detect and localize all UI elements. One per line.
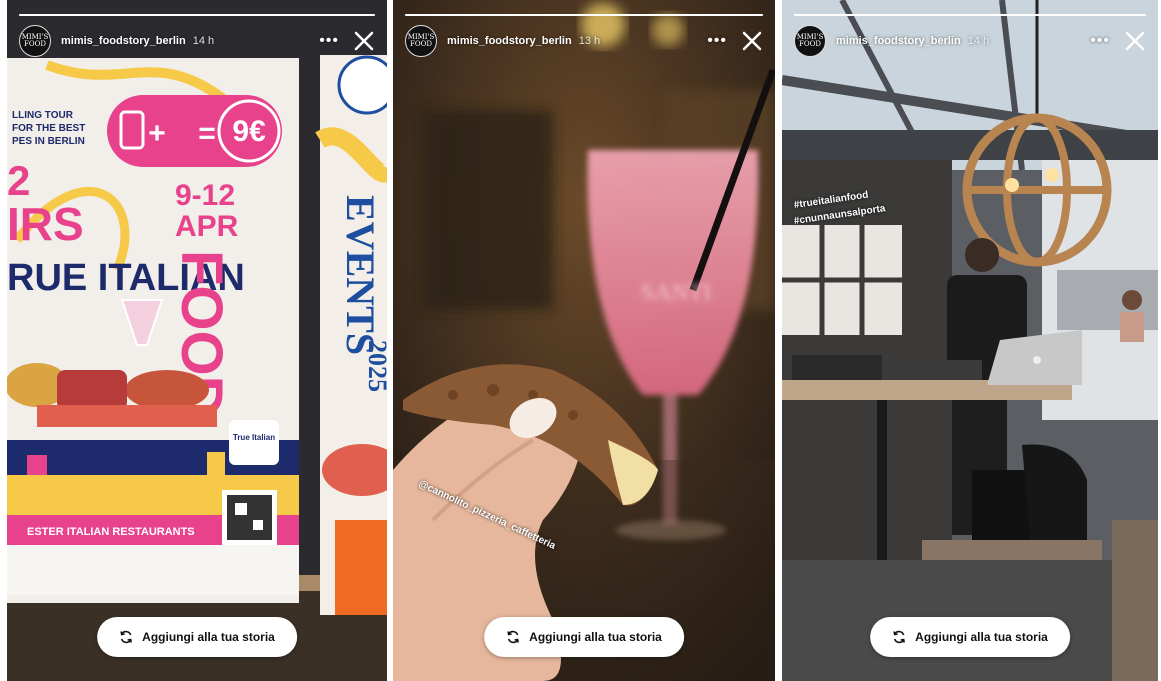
svg-text:+: + <box>148 117 166 150</box>
more-options-icon[interactable]: ••• <box>707 33 727 49</box>
reshare-icon <box>893 630 905 644</box>
add-to-story-label: Aggiungi alla tua storia <box>529 630 662 644</box>
close-icon[interactable] <box>353 30 375 52</box>
add-to-story-label: Aggiungi alla tua storia <box>142 630 275 644</box>
story-header: MIMI'S FOOD mimis_foodstory_berlin 14 h … <box>19 24 375 58</box>
reshare-icon <box>507 630 519 644</box>
svg-text:9-12: 9-12 <box>175 179 235 212</box>
story-progress-bar <box>794 14 1146 16</box>
story-header: MIMI'S FOOD mimis_foodstory_berlin 14 h … <box>794 24 1146 58</box>
story-header: MIMI'S FOOD mimis_foodstory_berlin 13 h … <box>405 24 763 58</box>
avatar[interactable]: MIMI'S FOOD <box>794 25 826 57</box>
svg-text:SANTI: SANTI <box>641 280 712 306</box>
username[interactable]: mimis_foodstory_berlin <box>61 35 186 47</box>
add-to-story-button[interactable]: Aggiungi alla tua storia <box>97 617 297 657</box>
username[interactable]: mimis_foodstory_berlin <box>836 35 961 47</box>
avatar[interactable]: MIMI'S FOOD <box>19 25 51 57</box>
more-options-icon[interactable]: ••• <box>1090 33 1110 49</box>
svg-text:IRS: IRS <box>7 198 84 250</box>
svg-text:ESTER ITALIAN RESTAURANTS: ESTER ITALIAN RESTAURANTS <box>27 526 195 538</box>
add-to-story-label: Aggiungi alla tua storia <box>915 630 1048 644</box>
avatar[interactable]: MIMI'S FOOD <box>405 25 437 57</box>
story-image-drink: SANTI <box>393 0 775 681</box>
story-image-poster: 9€ + = LLING TOUR FOR THE BEST PES IN BE… <box>7 0 387 681</box>
story-progress-fill <box>794 14 1146 16</box>
svg-text:APR: APR <box>175 210 239 243</box>
reshare-icon <box>120 630 132 644</box>
add-to-story-button[interactable]: Aggiungi alla tua storia <box>484 617 684 657</box>
story-progress-bar <box>405 14 763 16</box>
story-panel-1[interactable]: 9€ + = LLING TOUR FOR THE BEST PES IN BE… <box>7 0 387 681</box>
svg-text:2025: 2025 <box>363 340 387 392</box>
svg-text:=: = <box>198 117 216 150</box>
svg-text:EVENTS: EVENTS <box>338 195 383 355</box>
close-icon[interactable] <box>1124 30 1146 52</box>
post-time: 14 h <box>192 35 215 47</box>
story-progress-fill <box>19 14 375 16</box>
story-panel-2[interactable]: SANTI @cannolito_pizzeria_caffetteria MI… <box>393 0 775 681</box>
story-progress-fill <box>405 14 763 16</box>
add-to-story-button[interactable]: Aggiungi alla tua storia <box>870 617 1070 657</box>
poster-price: 9€ <box>232 115 266 148</box>
close-icon[interactable] <box>741 30 763 52</box>
post-time: 14 h <box>967 35 990 47</box>
story-progress-bar <box>19 14 375 16</box>
svg-text:LLING TOUR: LLING TOUR <box>12 110 74 121</box>
more-options-icon[interactable]: ••• <box>319 33 339 49</box>
svg-text:FOR THE BEST: FOR THE BEST <box>12 123 85 134</box>
svg-text:True Italian: True Italian <box>233 433 275 442</box>
post-time: 13 h <box>578 35 601 47</box>
svg-text:PES IN BERLIN: PES IN BERLIN <box>12 136 85 147</box>
svg-text:2: 2 <box>7 157 30 204</box>
story-image-restaurant <box>782 0 1158 681</box>
story-panel-3[interactable]: #trueitalianfood #cnunnaunsalporta MIMI'… <box>782 0 1158 681</box>
username[interactable]: mimis_foodstory_berlin <box>447 35 572 47</box>
